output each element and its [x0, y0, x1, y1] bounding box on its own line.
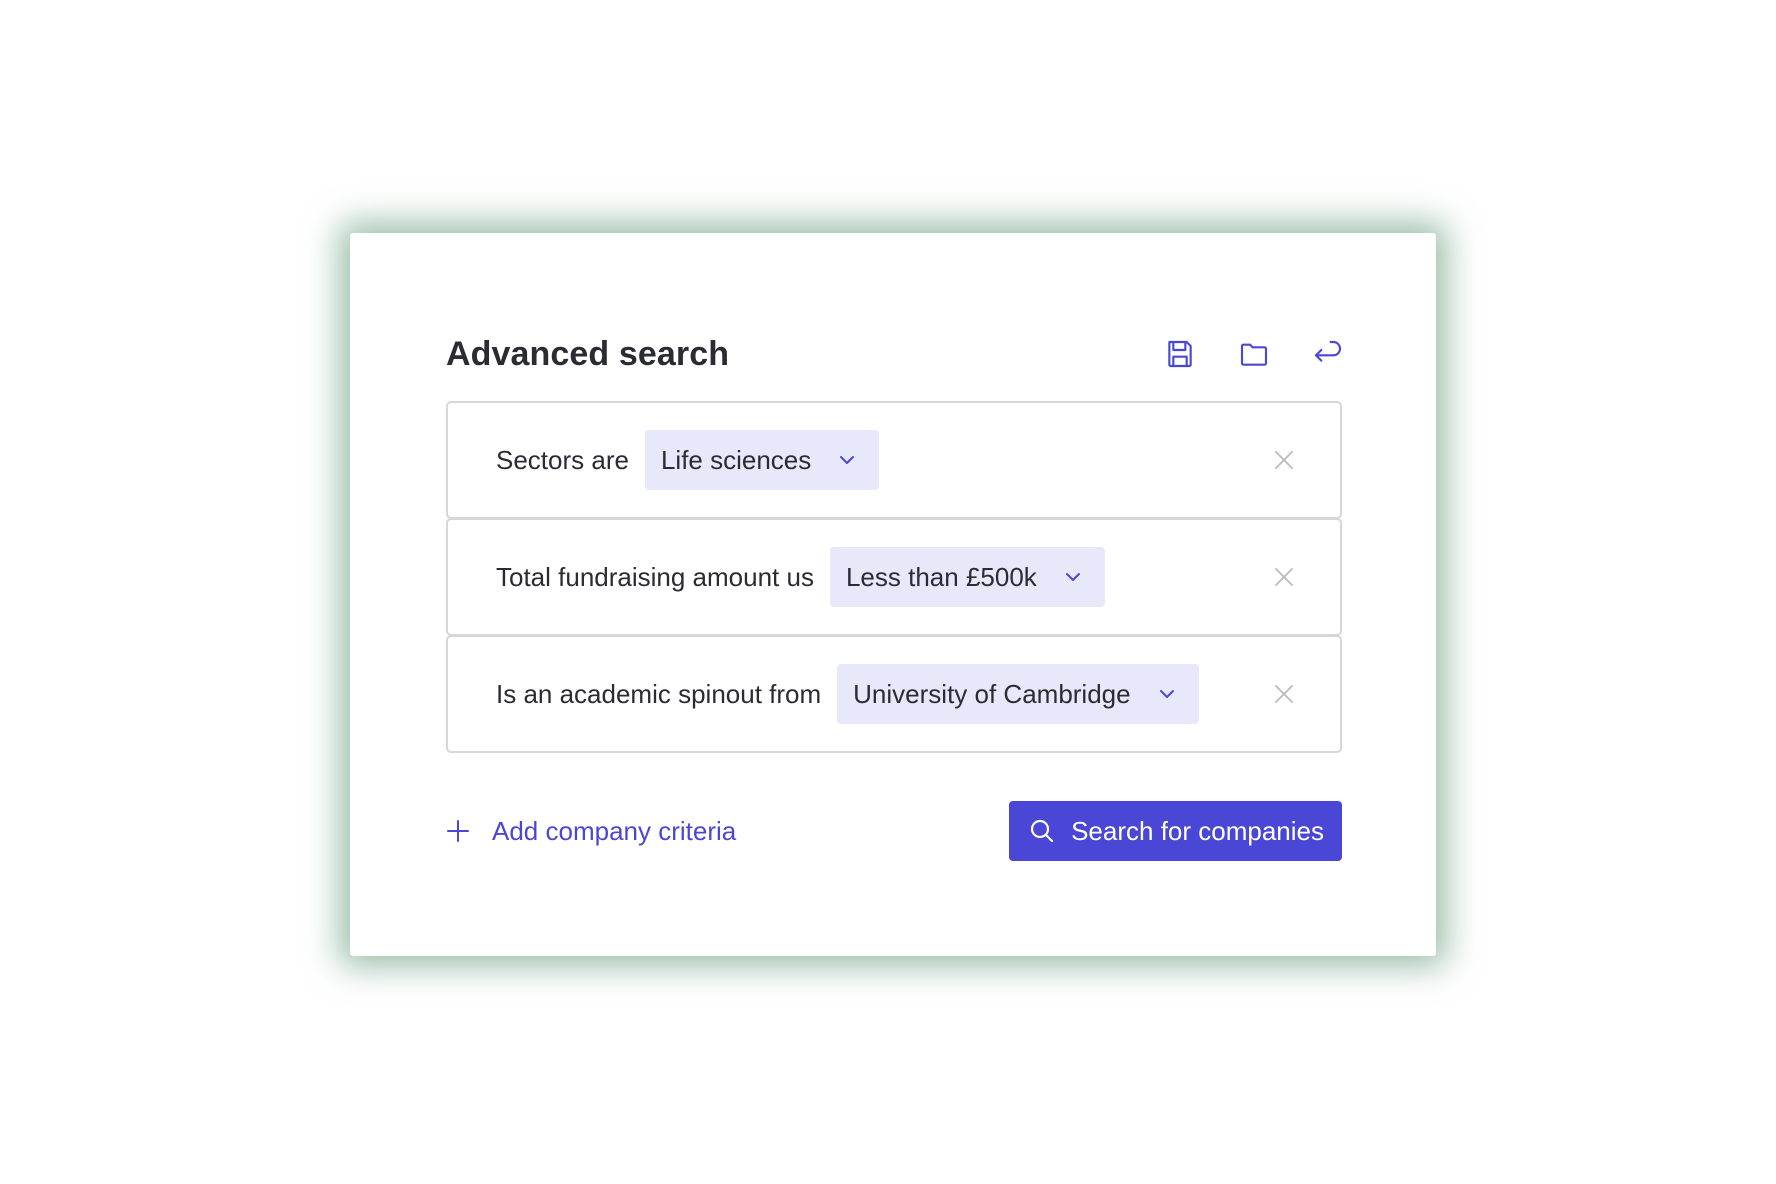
remove-criterion-button[interactable]	[1272, 565, 1296, 589]
plus-icon	[446, 819, 470, 843]
page-title: Advanced search	[446, 334, 730, 373]
search-icon	[1029, 818, 1055, 844]
advanced-search-panel: Advanced search Sectors are Life science…	[350, 233, 1436, 956]
criterion-value-dropdown[interactable]: Life sciences	[644, 430, 880, 490]
panel-footer: Add company criteria Search for companie…	[446, 800, 1342, 862]
close-icon	[1275, 568, 1293, 586]
search-button-label: Search for companies	[1071, 815, 1324, 846]
dropdown-selected-value: University of Cambridge	[853, 678, 1131, 709]
open-saved-search-button[interactable]	[1236, 336, 1272, 372]
search-for-companies-button[interactable]: Search for companies	[1009, 801, 1342, 861]
criterion-value-dropdown[interactable]: Less than £500k	[829, 547, 1105, 607]
header-toolbar	[1162, 336, 1346, 372]
folder-icon	[1240, 343, 1268, 366]
criterion-row: Sectors are Life sciences	[446, 401, 1342, 519]
return-arrow-icon	[1314, 340, 1342, 362]
criterion-label: Sectors are	[496, 444, 629, 475]
criterion-row: Is an academic spinout from University o…	[446, 635, 1342, 753]
add-company-criteria-link[interactable]: Add company criteria	[446, 816, 736, 847]
floppy-disk-icon	[1168, 340, 1192, 368]
reset-search-button[interactable]	[1310, 336, 1346, 372]
criteria-list: Sectors are Life sciences Total fundrais…	[446, 401, 1342, 753]
panel-header: Advanced search	[446, 319, 1342, 389]
page-background: Advanced search Sectors are Life science…	[0, 0, 1776, 1184]
criterion-label: Total fundraising amount us	[496, 561, 814, 592]
chevron-down-icon	[1063, 567, 1083, 587]
remove-criterion-button[interactable]	[1272, 448, 1296, 472]
add-criteria-label: Add company criteria	[492, 815, 737, 846]
chevron-down-icon	[837, 450, 857, 470]
criterion-value-dropdown[interactable]: University of Cambridge	[837, 664, 1199, 724]
criterion-row: Total fundraising amount us Less than £5…	[446, 518, 1342, 636]
dropdown-selected-value: Life sciences	[660, 444, 812, 475]
dropdown-selected-value: Less than £500k	[845, 561, 1037, 592]
remove-criterion-button[interactable]	[1272, 682, 1296, 706]
save-search-button[interactable]	[1162, 336, 1198, 372]
close-icon	[1275, 685, 1293, 703]
close-icon	[1275, 451, 1293, 469]
criterion-label: Is an academic spinout from	[496, 678, 822, 709]
chevron-down-icon	[1157, 684, 1177, 704]
